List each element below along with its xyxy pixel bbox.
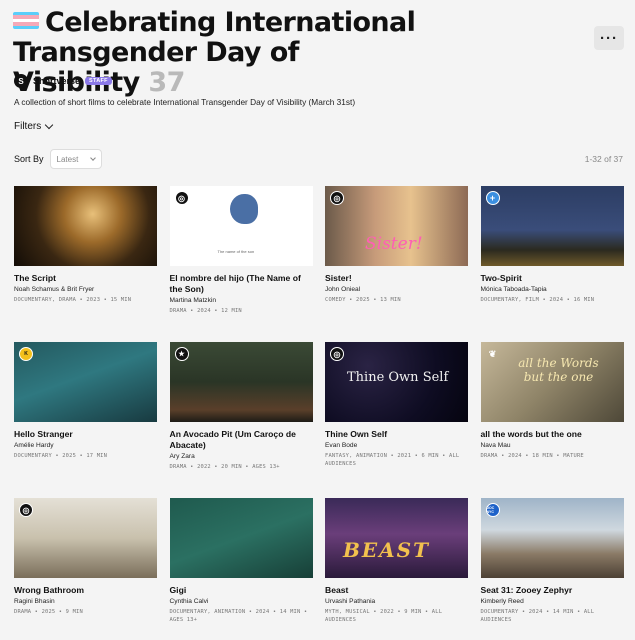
- sort-label: Sort By: [14, 154, 44, 164]
- film-meta: DRAMA • 2025 • 9 MIN: [14, 609, 83, 615]
- film-director[interactable]: Cynthia Calvi: [170, 598, 313, 605]
- chevron-down-icon: [44, 120, 54, 130]
- film-meta: MYTH, MUSICAL • 2022 • 9 MIN • ALL AUDIE…: [325, 609, 443, 623]
- film-title[interactable]: An Avocado Pit (Um Caroço de Abacate): [170, 429, 313, 451]
- film-meta: DOCUMENTARY, FILM • 2024 • 16 MIN: [480, 297, 595, 303]
- sort-select[interactable]: Latest: [49, 149, 102, 169]
- transgender-flag-icon: [13, 12, 39, 29]
- film-title[interactable]: Seat 31: Zooey Zephyr: [481, 585, 624, 596]
- film-thumbnail[interactable]: BEAST: [325, 498, 468, 578]
- film-title[interactable]: Thine Own Self: [325, 429, 468, 440]
- film-grid: The Script Noah Schamus & Brit Fryer DOCUM…: [14, 186, 625, 640]
- film-director[interactable]: Kimberly Reed: [481, 598, 624, 605]
- film-meta: DOCUMENTARY, DRAMA • 2023 • 15 MIN: [14, 297, 132, 303]
- film-thumbnail[interactable]: Sister! ◎: [325, 186, 468, 266]
- thumbnail-caption: The name of the son: [217, 249, 255, 254]
- film-card[interactable]: ★ An Avocado Pit (Um Caroço de Abacate) Ar…: [169, 342, 313, 498]
- film-title[interactable]: Hello Stranger: [14, 429, 157, 440]
- film-card[interactable]: BEAST Beast Urvashi Pathania MYTH, MUSICAL …: [325, 498, 468, 640]
- film-card[interactable]: ◎ Wrong Bathroom Ragini Bhasin DRAMA • 2025…: [14, 498, 157, 640]
- award-badge-icon: ★: [174, 347, 189, 361]
- film-thumbnail[interactable]: +: [480, 186, 624, 266]
- film-card[interactable]: + Two-Spirit Mónica Taboada-Tapia DOCUMENTA…: [480, 186, 624, 342]
- film-title[interactable]: The Script: [14, 273, 157, 284]
- thumbnail-overlay-text: Sister!: [365, 234, 423, 254]
- film-meta: DRAMA • 2024 • 12 MIN: [169, 308, 242, 314]
- results-range: 1-32 of 37: [584, 154, 623, 164]
- chevron-down-icon: [89, 154, 96, 161]
- award-badge-icon: ◎: [19, 503, 33, 517]
- film-card[interactable]: Gigi Cynthia Calvi DOCUMENTARY, ANIMATION …: [169, 498, 313, 640]
- more-options-button[interactable]: ···: [594, 26, 624, 50]
- film-title[interactable]: Wrong Bathroom: [14, 585, 157, 596]
- staff-badge: STAFF: [85, 77, 112, 85]
- sort-control: Sort By Latest: [14, 149, 102, 169]
- film-card[interactable]: DOC NYC Seat 31: Zooey Zephyr Kimberly Ree…: [480, 498, 624, 640]
- film-card[interactable]: The Script Noah Schamus & Brit Fryer DOCUM…: [14, 186, 157, 342]
- filters-label: Filters: [14, 121, 42, 132]
- film-meta: DRAMA • 2024 • 18 MIN • MATURE: [480, 453, 584, 459]
- film-director[interactable]: Ary Zara: [170, 453, 313, 460]
- film-director[interactable]: Mónica Taboada-Tapia: [481, 286, 624, 293]
- film-card[interactable]: The name of the son ◎ El nombre del hijo (…: [169, 186, 313, 342]
- film-card[interactable]: K Hello Stranger Amélie Hardy DOCUMENTARY •…: [14, 342, 157, 498]
- film-meta: FANTASY, ANIMATION • 2021 • 6 MIN • ALL …: [325, 453, 460, 467]
- award-badge-icon: +: [485, 191, 500, 205]
- film-thumbnail[interactable]: ★: [169, 342, 313, 422]
- illustration: [229, 194, 258, 224]
- film-director[interactable]: Nava Mau: [481, 442, 624, 449]
- film-director[interactable]: Amélie Hardy: [14, 442, 157, 449]
- film-thumbnail[interactable]: Thine Own Self ◎: [325, 342, 468, 422]
- film-director[interactable]: Martina Matzkin: [170, 297, 313, 304]
- thumbnail-overlay-text: BEAST: [343, 538, 430, 562]
- film-meta: DRAMA • 2022 • 20 MIN • AGES 13+: [169, 464, 280, 470]
- film-thumbnail[interactable]: all the Words but the one ❦: [480, 342, 624, 422]
- thumbnail-overlay-text: all the Words but the one: [518, 356, 599, 384]
- film-director[interactable]: Ragini Bhasin: [14, 598, 157, 605]
- film-thumbnail[interactable]: ◎: [14, 498, 157, 578]
- sort-value: Latest: [56, 154, 79, 164]
- film-title[interactable]: all the words but the one: [481, 429, 624, 440]
- film-title[interactable]: Sister!: [325, 273, 468, 284]
- film-director[interactable]: Noah Schamus & Brit Fryer: [14, 286, 157, 293]
- award-badge-icon: ◎: [174, 191, 189, 205]
- film-director[interactable]: Urvashi Pathania: [325, 598, 468, 605]
- film-director[interactable]: Evan Bode: [325, 442, 468, 449]
- film-count: 37: [148, 67, 185, 98]
- collection-owner[interactable]: S Shortverse STAFF: [14, 74, 112, 88]
- film-card[interactable]: Sister! ◎ Sister! John Onieal COMEDY • 2025 …: [325, 186, 468, 342]
- film-card[interactable]: all the Words but the one ❦ all the words …: [480, 342, 624, 498]
- collection-description: A collection of short films to celebrate…: [14, 97, 356, 107]
- owner-name[interactable]: Shortverse: [33, 76, 80, 86]
- film-card[interactable]: Thine Own Self ◎ Thine Own Self Evan Bode FA…: [325, 342, 468, 498]
- award-badge-icon: K: [19, 347, 33, 361]
- film-thumbnail[interactable]: The name of the son ◎: [169, 186, 313, 266]
- film-thumbnail[interactable]: [169, 498, 313, 578]
- award-badge-icon: DOC NYC: [485, 503, 500, 517]
- film-meta: COMEDY • 2025 • 13 MIN: [325, 297, 401, 303]
- award-badge-icon: ◎: [330, 347, 344, 361]
- film-thumbnail[interactable]: DOC NYC: [480, 498, 624, 578]
- award-badge-icon: ◎: [330, 191, 344, 205]
- film-director[interactable]: John Onieal: [325, 286, 468, 293]
- award-badge-icon: ❦: [488, 348, 497, 359]
- film-meta: DOCUMENTARY • 2025 • 17 MIN: [14, 453, 108, 459]
- thumbnail-overlay-text: Thine Own Self: [347, 370, 449, 385]
- film-meta: DOCUMENTARY, ANIMATION • 2024 • 14 MIN •…: [169, 609, 308, 623]
- film-thumbnail[interactable]: K: [14, 342, 157, 422]
- film-title[interactable]: Gigi: [170, 585, 313, 596]
- film-thumbnail[interactable]: [14, 186, 157, 266]
- film-meta: DOCUMENTARY • 2024 • 14 MIN • ALL AUDIEN…: [480, 609, 595, 623]
- film-title[interactable]: Two-Spirit: [481, 273, 624, 284]
- film-title[interactable]: Beast: [325, 585, 468, 596]
- filters-toggle[interactable]: Filters: [14, 120, 54, 132]
- film-title[interactable]: El nombre del hijo (The Name of the Son): [170, 273, 313, 295]
- avatar[interactable]: S: [14, 74, 28, 88]
